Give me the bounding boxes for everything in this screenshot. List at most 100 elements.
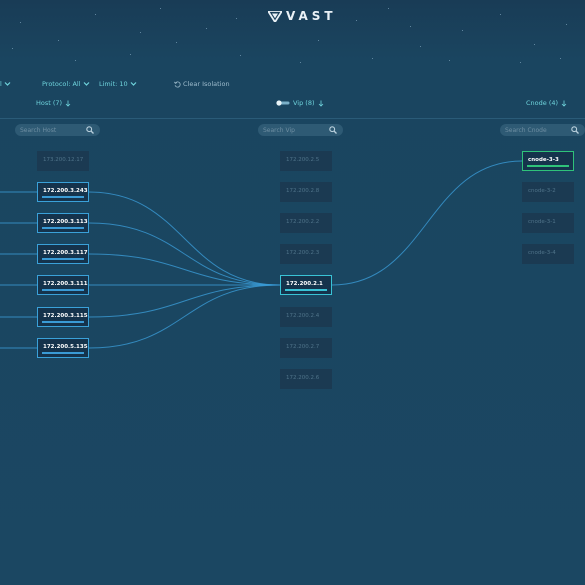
host-node-status-bar bbox=[42, 321, 84, 323]
star bbox=[58, 40, 59, 41]
clear-isolation-button[interactable]: Clear Isolation bbox=[174, 80, 230, 88]
star bbox=[420, 46, 421, 47]
protocol-filter-dropdown[interactable]: Protocol: All bbox=[42, 80, 90, 88]
search-icon[interactable] bbox=[86, 126, 94, 134]
vip-node-label: 172.200.2.5 bbox=[286, 157, 320, 163]
star bbox=[449, 60, 450, 61]
search-icon[interactable] bbox=[571, 126, 579, 134]
host-node[interactable]: 172.200.3.243 bbox=[37, 182, 89, 202]
cnode-node[interactable]: cnode-3-2 bbox=[522, 182, 574, 202]
star bbox=[160, 8, 161, 9]
vip-node-label: 172.200.2.1 bbox=[286, 281, 323, 287]
star bbox=[534, 44, 535, 45]
vip-node[interactable]: 172.200.2.1 bbox=[280, 275, 332, 295]
cnode-node-status-bar bbox=[527, 165, 569, 167]
vip-node[interactable]: 172.200.2.2 bbox=[280, 213, 332, 233]
star bbox=[140, 32, 141, 33]
host-node-label: 172.200.3.243 bbox=[43, 188, 88, 194]
vip-search-box[interactable] bbox=[258, 124, 343, 136]
star bbox=[240, 55, 241, 56]
vip-node-label: 172.200.2.6 bbox=[286, 375, 320, 381]
star bbox=[236, 18, 237, 19]
host-vip-link bbox=[88, 191, 281, 286]
cnode-column-title: Cnode (4) bbox=[526, 99, 559, 107]
search-icon[interactable] bbox=[329, 126, 337, 134]
cnode-search-box[interactable] bbox=[500, 124, 585, 136]
host-node-label: 172.200.3.113 bbox=[43, 219, 88, 225]
vip-node[interactable]: 172.200.2.3 bbox=[280, 244, 332, 264]
host-node-status-bar bbox=[42, 227, 84, 229]
host-node-label: 172.200.3.115 bbox=[43, 313, 88, 319]
clear-isolation-label: Clear Isolation bbox=[183, 80, 230, 88]
cnode-node[interactable]: cnode-3-4 bbox=[522, 244, 574, 264]
vip-node[interactable]: 172.200.2.5 bbox=[280, 151, 332, 171]
star bbox=[12, 48, 13, 49]
star bbox=[130, 54, 131, 55]
sort-arrow-down-icon bbox=[318, 100, 323, 107]
vip-node[interactable]: 172.200.2.4 bbox=[280, 307, 332, 327]
vip-node-label: 172.200.2.2 bbox=[286, 219, 320, 225]
vip-node[interactable]: 172.200.2.8 bbox=[280, 182, 332, 202]
host-node[interactable]: 172.200.3.111 bbox=[37, 275, 89, 295]
chevron-down-icon bbox=[130, 82, 137, 86]
cnode-node-label: cnode-3-2 bbox=[528, 188, 556, 194]
cnode-column-header[interactable]: Cnode (4) bbox=[526, 99, 567, 107]
host-vip-link bbox=[88, 284, 281, 349]
host-search-box[interactable] bbox=[15, 124, 100, 136]
host-search-input[interactable] bbox=[15, 124, 84, 136]
host-vip-link bbox=[88, 253, 281, 286]
host-node-label: 172.200.5.135 bbox=[43, 344, 88, 350]
vip-node-label: 172.200.2.7 bbox=[286, 344, 320, 350]
host-node-status-bar bbox=[42, 258, 84, 260]
clear-history-icon bbox=[174, 80, 181, 87]
chevron-down-icon bbox=[4, 82, 11, 86]
vip-node-label: 172.200.2.4 bbox=[286, 313, 320, 319]
cnode-search-input[interactable] bbox=[500, 124, 569, 136]
host-vip-link bbox=[88, 222, 281, 286]
cnode-node[interactable]: cnode-3-3 bbox=[522, 151, 574, 171]
vast-logo-icon bbox=[268, 10, 282, 22]
host-column-header[interactable]: Host (7) bbox=[36, 99, 71, 107]
host-column-title: Host (7) bbox=[36, 99, 63, 107]
host-node[interactable]: 172.200.5.135 bbox=[37, 338, 89, 358]
host-node[interactable]: 172.200.3.117 bbox=[37, 244, 89, 264]
header-divider bbox=[0, 118, 585, 119]
vast-logo: VAST bbox=[268, 9, 337, 23]
star bbox=[520, 62, 521, 63]
vip-node-status-bar bbox=[285, 289, 327, 291]
brand-name: VAST bbox=[286, 9, 337, 23]
star bbox=[410, 26, 411, 27]
limit-filter-dropdown[interactable]: Limit: 10 bbox=[99, 80, 137, 88]
star bbox=[356, 20, 357, 21]
star bbox=[206, 28, 207, 29]
vip-cnode-link bbox=[331, 160, 523, 286]
host-node-status-bar bbox=[42, 196, 84, 198]
star bbox=[500, 14, 501, 15]
host-node[interactable]: 172.200.3.115 bbox=[37, 307, 89, 327]
toggle-icon[interactable] bbox=[276, 100, 290, 106]
vip-column-title: Vip (8) bbox=[293, 99, 315, 107]
star bbox=[372, 58, 373, 59]
star bbox=[95, 14, 96, 15]
chevron-down-icon bbox=[83, 82, 89, 86]
star bbox=[176, 42, 177, 43]
host-node[interactable]: 173.200.12.17 bbox=[37, 151, 89, 171]
protocol-filter-label: Protocol: All bbox=[42, 80, 81, 88]
vip-search-input[interactable] bbox=[258, 124, 327, 136]
cnode-node-label: cnode-3-1 bbox=[528, 219, 556, 225]
cnode-node-label: cnode-3-4 bbox=[528, 250, 556, 256]
star bbox=[300, 62, 301, 63]
star bbox=[388, 8, 389, 9]
first-filter-value: l bbox=[0, 80, 2, 88]
star bbox=[318, 40, 319, 41]
vip-node-label: 172.200.2.8 bbox=[286, 188, 320, 194]
vip-column-header[interactable]: Vip (8) bbox=[276, 99, 324, 107]
limit-filter-label: Limit: 10 bbox=[99, 80, 128, 88]
cnode-node[interactable]: cnode-3-1 bbox=[522, 213, 574, 233]
vip-node[interactable]: 172.200.2.6 bbox=[280, 369, 332, 389]
topology-view: VAST l Protocol: All Limit: 10 Clear Iso… bbox=[0, 0, 585, 585]
host-node[interactable]: 172.200.3.113 bbox=[37, 213, 89, 233]
first-filter-dropdown[interactable]: l bbox=[0, 80, 11, 88]
host-node-label: 172.200.3.117 bbox=[43, 250, 88, 256]
vip-node[interactable]: 172.200.2.7 bbox=[280, 338, 332, 358]
